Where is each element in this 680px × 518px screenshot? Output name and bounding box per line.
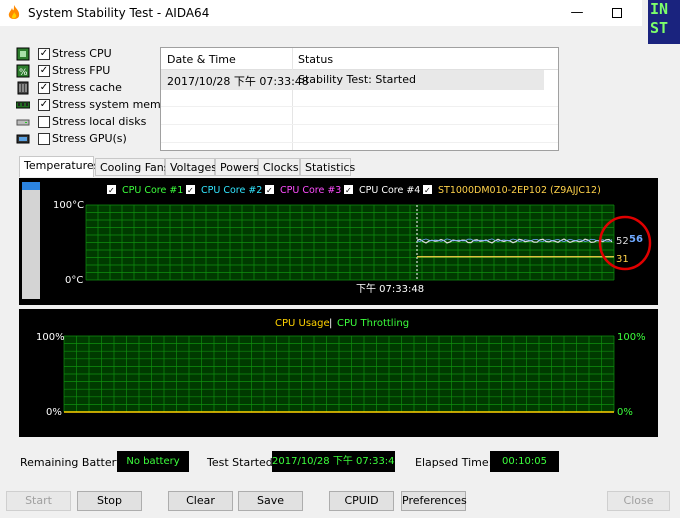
clear-button[interactable]: Clear	[168, 491, 233, 511]
current-value-core-alt: 52	[616, 236, 629, 247]
column-divider	[292, 48, 293, 150]
temperature-panel: ✓ CPU Core #1 ✓ CPU Core #2 ✓ CPU Core #…	[19, 178, 658, 305]
stress-fpu-checkbox[interactable]: ✓	[38, 65, 50, 77]
flame-icon	[8, 5, 20, 19]
tab-powers[interactable]: Powers	[215, 158, 259, 176]
stress-cache-option[interactable]: ✓ Stress cache	[16, 80, 166, 97]
y-axis-max-left: 100%	[36, 332, 65, 343]
stress-fpu-option[interactable]: % ✓ Stress FPU	[16, 63, 166, 80]
cpuid-button[interactable]: CPUID	[329, 491, 394, 511]
save-button[interactable]: Save	[238, 491, 303, 511]
y-axis-min-right: 0%	[617, 407, 633, 418]
status-log-table[interactable]: Date & Time Status 2017/10/28 下午 07:33:4…	[160, 47, 559, 151]
scrollbar-thumb[interactable]	[22, 182, 40, 190]
legend-check-mark: ✓	[345, 186, 352, 195]
legend-cpu-usage: CPU Usage	[275, 318, 330, 329]
tab-clocks[interactable]: Clocks	[258, 158, 300, 176]
badge-line-1: IN	[650, 0, 669, 18]
y-axis-max-right: 100%	[617, 332, 646, 343]
gpu-icon	[16, 134, 30, 144]
title-bar: System Stability Test - AIDA64 —	[0, 0, 642, 26]
tab-voltages[interactable]: Voltages	[165, 158, 217, 176]
disk-icon	[16, 119, 30, 126]
elapsed-time-label: Elapsed Time:	[415, 456, 493, 469]
badge-line-2: ST	[650, 19, 669, 37]
tab-cooling-fans[interactable]: Cooling Fans	[95, 158, 169, 176]
legend-core1: CPU Core #1	[122, 185, 183, 196]
row-divider	[161, 142, 558, 143]
tab-temperatures[interactable]: Temperatures	[19, 156, 99, 177]
svg-text:%: %	[19, 68, 28, 78]
y-axis-min-left: 0%	[46, 407, 62, 418]
current-value-disk: 31	[616, 254, 629, 265]
stress-cpu-checkbox[interactable]: ✓	[38, 48, 50, 60]
test-started-value: 2017/10/28 下午 07:33:48	[272, 451, 395, 472]
stress-memory-option[interactable]: ✓ Stress system memory	[16, 97, 179, 114]
start-button[interactable]: Start	[6, 491, 71, 511]
stress-gpu-label: Stress GPU(s)	[52, 132, 127, 145]
legend-disk: ST1000DM010-2EP102 (Z9AJJC12)	[438, 185, 601, 196]
memory-icon	[16, 101, 30, 109]
battery-value: No battery	[117, 451, 189, 472]
log-datetime: 2017/10/28 下午 07:33:48	[167, 75, 309, 88]
legend-core3: CPU Core #3	[280, 185, 341, 196]
legend-core4: CPU Core #4	[359, 185, 420, 196]
preferences-button[interactable]: Preferences	[401, 491, 467, 511]
stress-cpu-label: Stress CPU	[52, 47, 112, 60]
y-axis-min-label: 0°C	[65, 275, 83, 286]
stress-cache-label: Stress cache	[52, 81, 122, 94]
stress-gpu-option[interactable]: Stress GPU(s)	[16, 131, 166, 148]
background-window-fragment: IN ST	[648, 0, 680, 44]
stress-disks-option[interactable]: Stress local disks	[16, 114, 166, 131]
stress-gpu-checkbox[interactable]	[38, 133, 50, 145]
legend-check-mark: ✓	[187, 186, 194, 195]
legend-cpu-throttling: CPU Throttling	[337, 318, 409, 329]
row-divider	[161, 124, 558, 125]
cpu-usage-chart: CPU Usage | CPU Throttling 100% 0% 100% …	[36, 318, 646, 418]
vertical-scrollbar[interactable]	[22, 182, 40, 299]
column-header-datetime[interactable]: Date & Time	[167, 53, 236, 66]
fpu-icon: %	[16, 64, 30, 78]
row-divider	[161, 106, 558, 107]
stress-fpu-label: Stress FPU	[52, 64, 111, 77]
cpu-usage-panel: CPU Usage | CPU Throttling 100% 0% 100% …	[19, 309, 658, 437]
elapsed-time-value: 00:10:05	[490, 451, 559, 472]
time-axis-label: 下午 07:33:48	[356, 282, 424, 295]
table-row[interactable]: 2017/10/28 下午 07:33:48 Stability Test: S…	[161, 70, 544, 90]
window-title: System Stability Test - AIDA64	[28, 6, 210, 20]
stop-button[interactable]: Stop	[77, 491, 142, 511]
stress-disks-checkbox[interactable]	[38, 116, 50, 128]
legend-check-mark: ✓	[266, 186, 273, 195]
log-header: Date & Time Status	[161, 48, 558, 70]
status-area: Remaining Battery: No battery Test Start…	[0, 448, 680, 478]
battery-label: Remaining Battery:	[20, 456, 126, 469]
legend-separator: |	[329, 318, 332, 329]
test-started-label: Test Started:	[207, 456, 277, 469]
column-header-status[interactable]: Status	[298, 53, 333, 66]
cpu-icon	[16, 47, 30, 61]
maximize-icon	[612, 7, 622, 18]
stress-memory-checkbox[interactable]: ✓	[38, 99, 50, 111]
tab-statistics[interactable]: Statistics	[300, 158, 355, 176]
stress-disks-label: Stress local disks	[52, 115, 147, 128]
stress-cpu-option[interactable]: ✓ Stress CPU	[16, 46, 166, 63]
minimize-button[interactable]: —	[560, 0, 594, 26]
close-button[interactable]: Close	[607, 491, 670, 511]
temperature-legend: ✓ CPU Core #1 ✓ CPU Core #2 ✓ CPU Core #…	[107, 185, 601, 196]
log-status: Stability Test: Started	[298, 73, 416, 86]
y-axis-max-label: 100°C	[53, 200, 84, 211]
current-value-core: 56	[629, 234, 643, 245]
temperature-chart: ✓ CPU Core #1 ✓ CPU Core #2 ✓ CPU Core #…	[53, 185, 652, 295]
maximize-button[interactable]	[600, 0, 634, 26]
legend-core2: CPU Core #2	[201, 185, 262, 196]
legend-check-mark: ✓	[108, 186, 115, 195]
legend-check-mark: ✓	[424, 186, 431, 195]
cache-icon	[17, 81, 29, 95]
stress-cache-checkbox[interactable]: ✓	[38, 82, 50, 94]
